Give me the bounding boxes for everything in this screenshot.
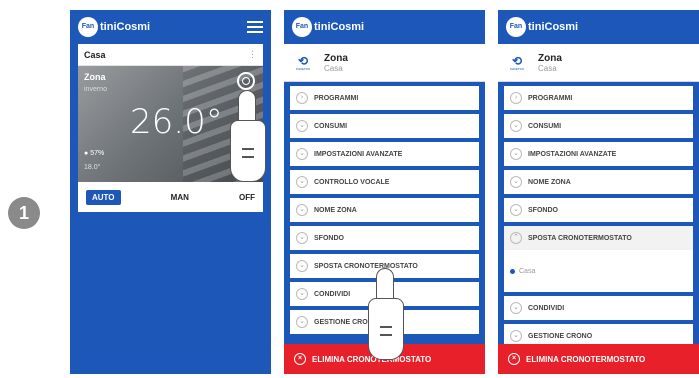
- back-label: INDIETRO: [509, 66, 525, 71]
- menu-item-label: NOME ZONA: [528, 178, 571, 186]
- chevron-down-icon: ⌄: [510, 148, 522, 160]
- step-number-badge: 1: [8, 197, 40, 229]
- radio-selected-icon: [510, 268, 515, 274]
- menu-item-sfondo[interactable]: ⌄ SFONDO: [290, 226, 479, 250]
- chevron-right-icon: ›: [296, 92, 308, 104]
- back-button[interactable]: ⟲ INDIETRO: [506, 50, 528, 76]
- menu-item-programmi[interactable]: › PROGRAMMI: [504, 86, 693, 110]
- setpoint-readout: 18.0°: [84, 164, 101, 171]
- menu-item-nome-zona[interactable]: ⌄ NOME ZONA: [290, 198, 479, 222]
- chevron-down-icon: ⌄: [296, 232, 308, 244]
- humidity-value: 57%: [90, 150, 105, 157]
- menu-item-label: IMPOSTAZIONI AVANZATE: [528, 150, 617, 158]
- chevron-down-icon: ⌄: [296, 316, 308, 328]
- menu-item-consumi[interactable]: ⌄ CONSUMI: [290, 114, 479, 138]
- zone-subtitle: Casa: [324, 63, 343, 73]
- delete-label: ELIMINA CRONOTERMOSTATO: [526, 354, 646, 364]
- close-icon: ×: [294, 353, 306, 365]
- logo-text: tiniCosmi: [314, 21, 365, 33]
- hamburger-menu-icon[interactable]: [247, 21, 263, 33]
- settings-menu: › PROGRAMMI ⌄ CONSUMI ⌄ IMPOSTAZIONI AVANZA…: [498, 82, 699, 348]
- zone-header: ⟲ INDIETRO Zona Casa: [284, 44, 485, 82]
- phone-screen-settings: Fan tiniCosmi ⟲ INDIETRO Zona Casa › PROG…: [284, 10, 485, 374]
- top-bar: Fan tiniCosmi: [70, 10, 271, 44]
- chevron-down-icon: ⌄: [510, 330, 522, 342]
- back-arrow-icon: ⟲: [511, 53, 523, 68]
- home-selector[interactable]: Casa ⋮: [78, 44, 263, 66]
- menu-item-impostazioni-avanzate[interactable]: ⌄ IMPOSTAZIONI AVANZATE: [504, 142, 693, 166]
- menu-item-label: IMPOSTAZIONI AVANZATE: [314, 150, 403, 158]
- logo-badge: Fan: [78, 17, 98, 37]
- chevron-down-icon: ⌄: [296, 176, 308, 188]
- phone-screen-home: Fan tiniCosmi Casa ⋮ Zona inverno 26.0° …: [70, 10, 271, 374]
- chevron-down-icon: ⌄: [296, 260, 308, 272]
- chevron-down-icon: ⌄: [510, 302, 522, 314]
- menu-item-sposta-cronotermostato[interactable]: ⌃ SPOSTA CRONOTERMOSTATO: [504, 226, 693, 250]
- zone-header: ⟲ INDIETRO Zona Casa: [498, 44, 699, 82]
- logo-text: tiniCosmi: [100, 21, 151, 33]
- back-arrow-icon: ⟲: [297, 53, 309, 68]
- temperature-readout: 26.0°: [130, 102, 223, 142]
- chevron-down-icon: ⌄: [510, 120, 522, 132]
- back-label: INDIETRO: [295, 66, 311, 71]
- logo-text: tiniCosmi: [528, 21, 579, 33]
- menu-item-nome-zona[interactable]: ⌄ NOME ZONA: [504, 170, 693, 194]
- app-logo: Fan tiniCosmi: [506, 17, 578, 37]
- mode-off-button[interactable]: OFF: [239, 193, 255, 202]
- humidity-readout: ● 57%: [84, 150, 105, 157]
- menu-item-label: SFONDO: [528, 206, 558, 214]
- menu-item-label: PROGRAMMI: [314, 94, 359, 102]
- menu-item-label: CONDIVIDI: [528, 304, 565, 312]
- menu-item-sfondo[interactable]: ⌄ SFONDO: [504, 198, 693, 222]
- app-logo: Fan tiniCosmi: [292, 17, 364, 37]
- chevron-down-icon: ⌄: [296, 288, 308, 300]
- mode-selector: AUTO MAN OFF: [78, 182, 263, 212]
- menu-item-consumi[interactable]: ⌄ CONSUMI: [504, 114, 693, 138]
- chevron-down-icon: ⌄: [296, 120, 308, 132]
- delete-thermostat-button[interactable]: × ELIMINA CRONOTERMOSTATO: [498, 344, 699, 374]
- home-option-casa[interactable]: Casa: [504, 250, 693, 292]
- menu-item-label: CONDIVIDI: [314, 290, 351, 298]
- menu-item-label: SPOSTA CRONOTERMOSTATO: [528, 234, 632, 242]
- menu-item-label: GESTIONE CRONO: [528, 332, 593, 340]
- chevron-down-icon: ⌄: [510, 204, 522, 216]
- mode-auto-button[interactable]: AUTO: [86, 189, 121, 205]
- chevron-down-icon: ⌄: [296, 204, 308, 216]
- menu-item-label: CONTROLLO VOCALE: [314, 178, 390, 186]
- mode-man-button[interactable]: MAN: [171, 193, 189, 202]
- logo-badge: Fan: [292, 17, 312, 37]
- home-option-label: Casa: [519, 267, 536, 275]
- zone-name: Zona: [84, 72, 106, 82]
- menu-item-impostazioni-avanzate[interactable]: ⌄ IMPOSTAZIONI AVANZATE: [290, 142, 479, 166]
- menu-item-programmi[interactable]: › PROGRAMMI: [290, 86, 479, 110]
- pointing-hand-icon: [230, 90, 266, 182]
- menu-item-label: SFONDO: [314, 234, 344, 242]
- menu-item-condividi[interactable]: ⌄ CONDIVIDI: [504, 296, 693, 320]
- menu-item-label: PROGRAMMI: [528, 94, 573, 102]
- chevron-up-icon: ⌃: [510, 232, 522, 244]
- menu-item-label: CONSUMI: [314, 122, 348, 130]
- season-label: inverno: [84, 86, 107, 93]
- chevron-down-icon: ⌄: [510, 176, 522, 188]
- menu-item-label: NOME ZONA: [314, 206, 357, 214]
- app-logo: Fan tiniCosmi: [78, 17, 150, 37]
- phone-screen-move-thermostat: Fan tiniCosmi ⟲ INDIETRO Zona Casa › PROG…: [498, 10, 699, 374]
- menu-item-label: CONSUMI: [528, 122, 562, 130]
- back-button[interactable]: ⟲ INDIETRO: [292, 50, 314, 76]
- zone-subtitle: Casa: [538, 63, 557, 73]
- zone-title: Zona: [324, 52, 348, 64]
- more-options-icon[interactable]: ⋮: [248, 49, 257, 60]
- top-bar: Fan tiniCosmi: [284, 10, 485, 44]
- gear-icon[interactable]: [237, 72, 255, 90]
- top-bar: Fan tiniCosmi: [498, 10, 699, 44]
- logo-badge: Fan: [506, 17, 526, 37]
- home-name: Casa: [84, 49, 106, 60]
- menu-item-controllo-vocale[interactable]: ⌄ CONTROLLO VOCALE: [290, 170, 479, 194]
- chevron-down-icon: ⌄: [296, 148, 308, 160]
- zone-title: Zona: [538, 52, 562, 64]
- pointing-hand-icon: [368, 268, 404, 360]
- chevron-right-icon: ›: [510, 92, 522, 104]
- close-icon: ×: [508, 353, 520, 365]
